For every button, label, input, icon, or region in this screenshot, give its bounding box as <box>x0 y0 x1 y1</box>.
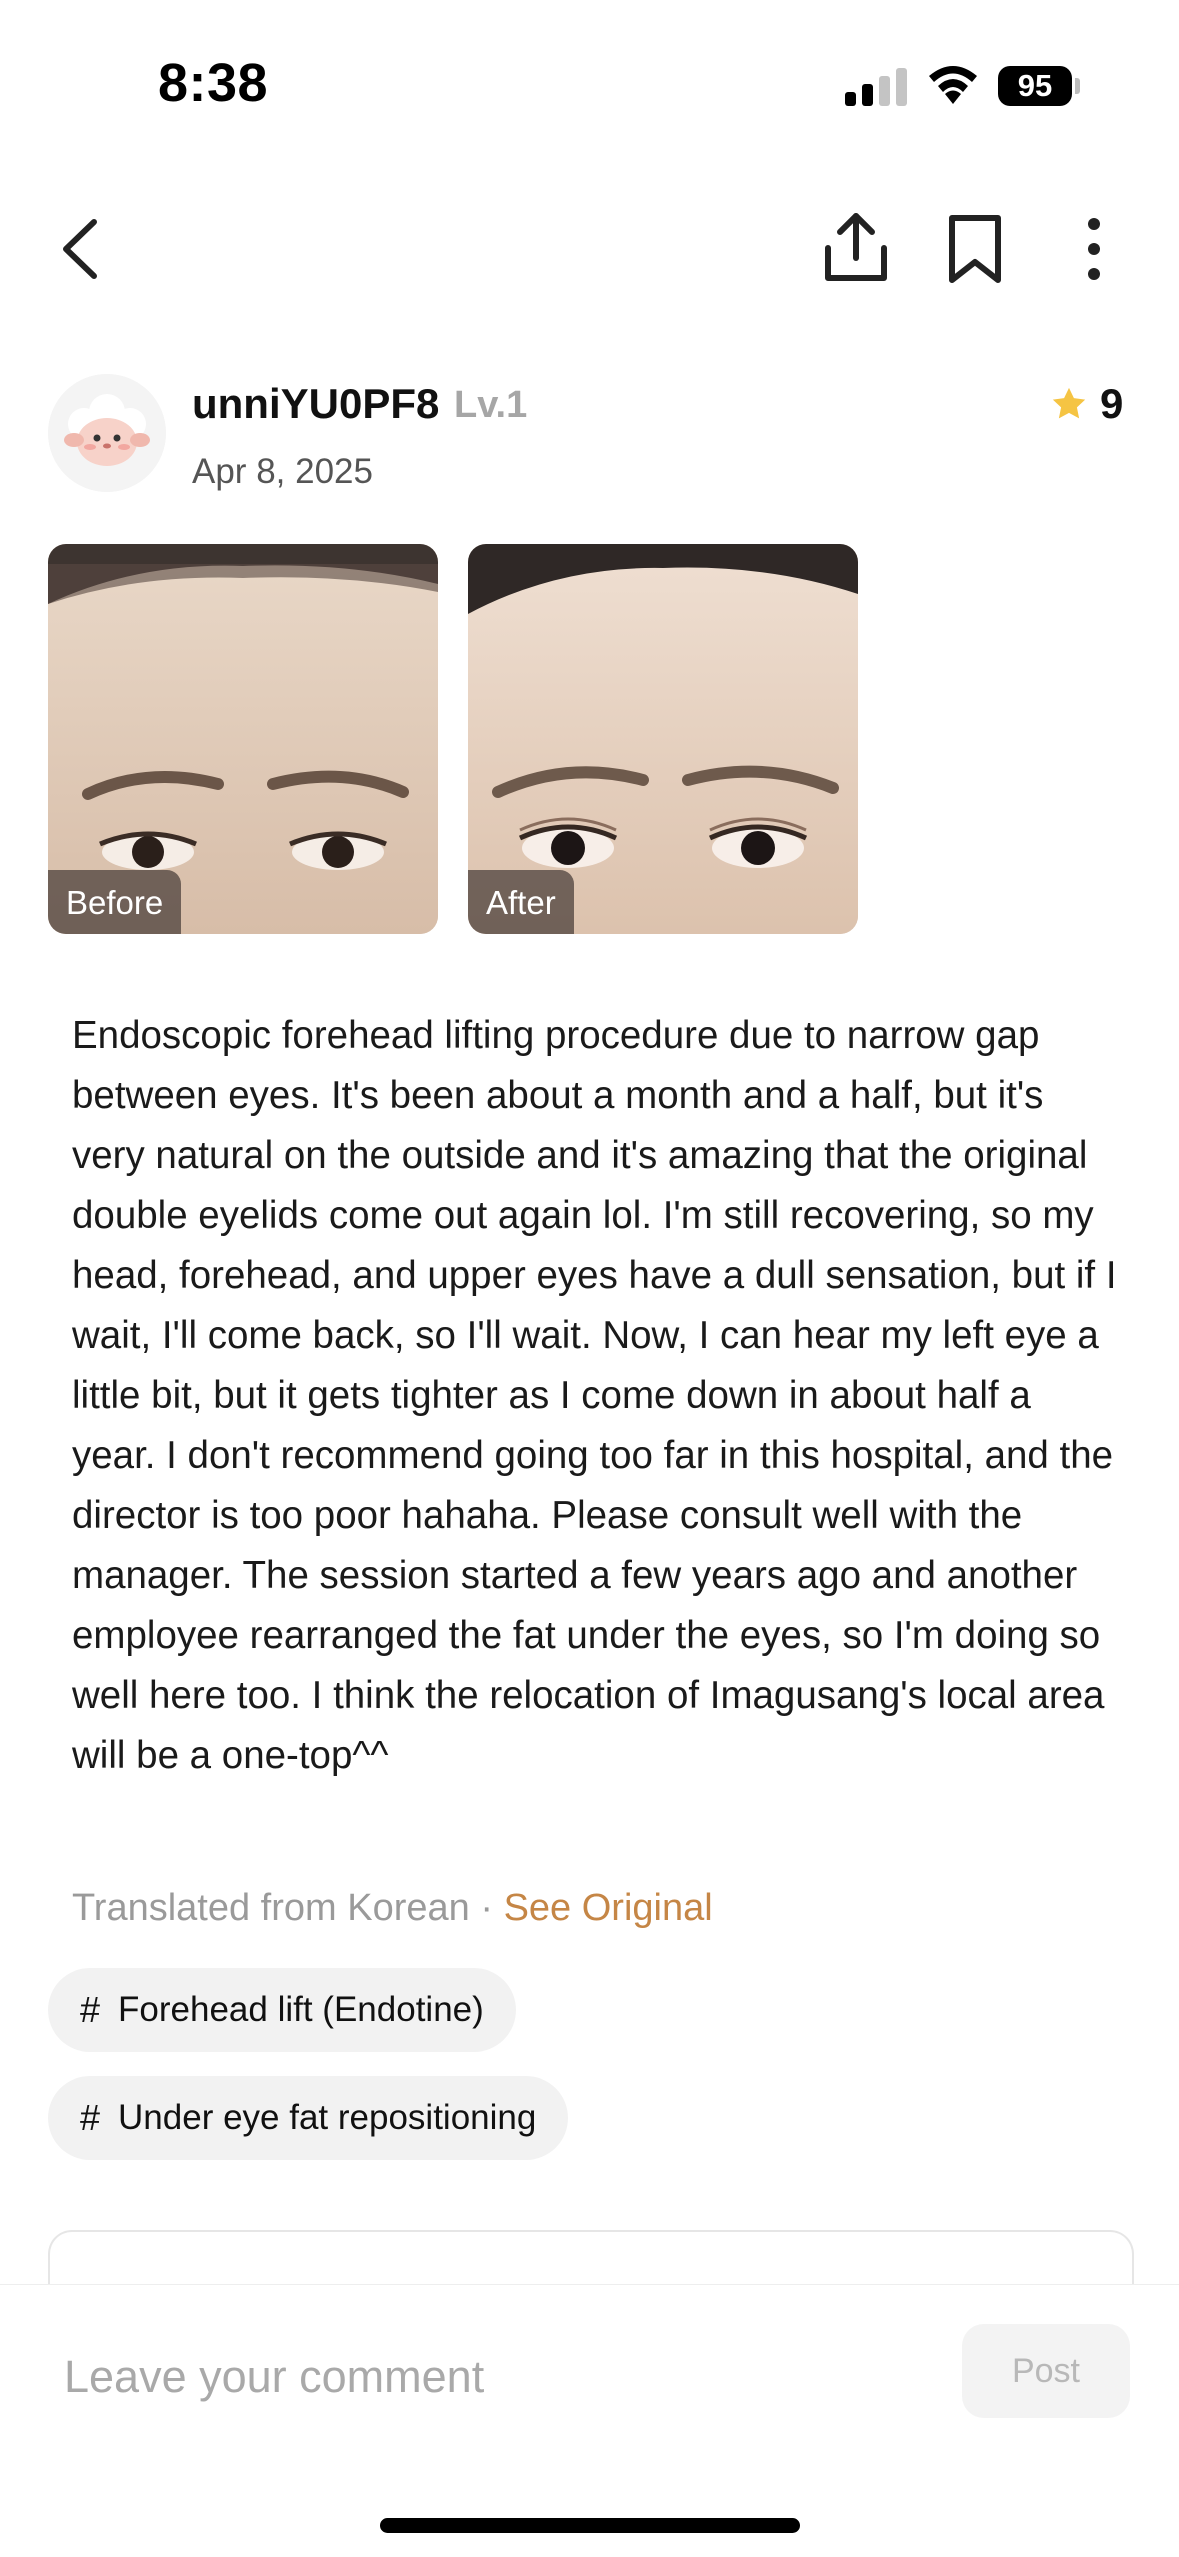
before-label: Before <box>48 870 182 934</box>
hashtag-icon: # <box>80 2097 101 2138</box>
post-date: Apr 8, 2025 <box>192 452 373 491</box>
author-name[interactable]: unniYU0PF8 <box>192 380 439 428</box>
hashtag-chip[interactable]: # Forehead lift (Endotine) <box>48 1968 516 2052</box>
translation-note: Translated from Korean · See Original <box>72 1887 713 1930</box>
bookmark-icon[interactable] <box>946 214 1004 284</box>
avatar[interactable] <box>48 374 166 492</box>
battery-cap <box>1075 78 1080 94</box>
hashtag-label: Under eye fat repositioning <box>118 2098 537 2137</box>
translated-from-label: Translated from Korean <box>72 1887 470 1929</box>
more-vertical-icon[interactable] <box>1068 216 1120 282</box>
before-photo[interactable]: Before <box>48 544 438 934</box>
status-time: 8:38 <box>158 53 269 113</box>
review-body: Endoscopic forehead lifting procedure du… <box>72 1014 1117 1777</box>
see-original-link[interactable]: See Original <box>504 1887 713 1929</box>
cellular-signal-icon <box>845 68 909 106</box>
post-comment-button[interactable]: Post <box>962 2324 1130 2418</box>
wifi-icon <box>929 66 977 104</box>
hashtag-label: Forehead lift (Endotine) <box>118 1990 484 2029</box>
hashtag-icon: # <box>80 1989 101 2030</box>
after-label: After <box>468 870 574 934</box>
comment-input[interactable] <box>62 2340 926 2414</box>
home-indicator <box>380 2518 800 2533</box>
sheep-avatar-icon <box>48 374 166 492</box>
share-icon[interactable] <box>822 210 890 284</box>
star-icon <box>1052 387 1086 419</box>
rating-value: 9 <box>1100 380 1124 427</box>
after-photo[interactable]: After <box>468 544 858 934</box>
chevron-left-icon[interactable] <box>56 216 106 282</box>
hashtag-chip[interactable]: # Under eye fat repositioning <box>48 2076 569 2160</box>
author-level-badge: Lv.1 <box>454 384 528 426</box>
separator-dot: · <box>480 1887 493 1929</box>
battery-indicator: 95 <box>998 66 1072 106</box>
